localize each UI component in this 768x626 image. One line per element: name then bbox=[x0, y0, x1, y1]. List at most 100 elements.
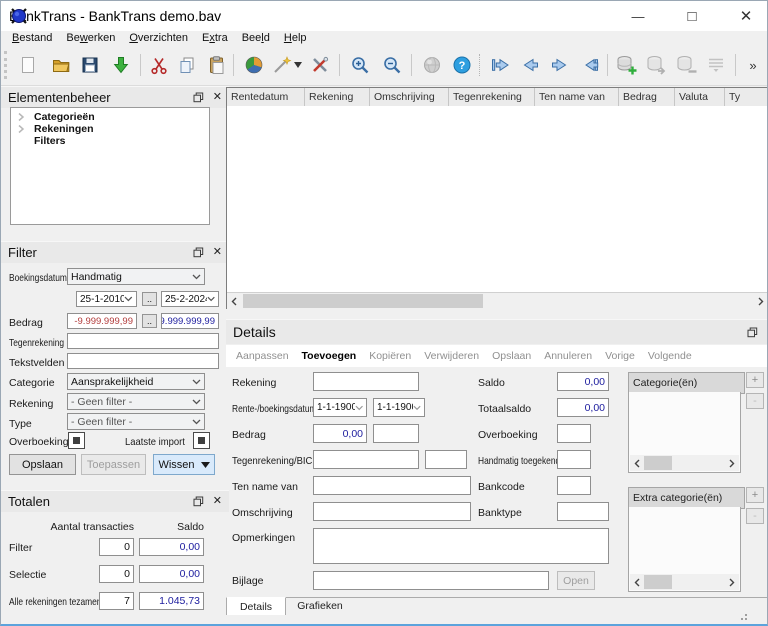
action-opslaan[interactable]: Opslaan bbox=[492, 350, 531, 362]
col-type[interactable]: Ty bbox=[725, 88, 768, 106]
scroll-thumb[interactable] bbox=[243, 294, 483, 308]
float-icon[interactable] bbox=[193, 496, 204, 507]
rekening-input[interactable] bbox=[313, 372, 419, 391]
bedrag-detail-input[interactable]: 0,00 bbox=[313, 424, 367, 443]
copy-icon[interactable] bbox=[174, 52, 200, 78]
tree-item-rekeningen[interactable]: Rekeningen bbox=[17, 123, 94, 135]
nav-next-icon[interactable] bbox=[547, 52, 573, 78]
action-annuleren[interactable]: Annuleren bbox=[544, 350, 592, 362]
toepassen-button[interactable]: Toepassen bbox=[81, 454, 146, 475]
action-volgende[interactable]: Volgende bbox=[648, 350, 692, 362]
categorie-select[interactable]: Aansprakelijkheid bbox=[67, 373, 205, 390]
paste-icon[interactable] bbox=[204, 52, 230, 78]
handmatig-toegekend-input[interactable] bbox=[557, 450, 591, 469]
float-icon[interactable] bbox=[747, 327, 758, 338]
date-from-select[interactable]: 25-1-2010 bbox=[76, 291, 137, 307]
toolbar-overflow-icon[interactable]: » bbox=[743, 52, 763, 78]
bedrag-range-button[interactable]: .. bbox=[142, 314, 157, 328]
boekingsdatum-select[interactable]: Handmatig bbox=[67, 268, 205, 285]
maximize-button[interactable]: □ bbox=[669, 1, 715, 31]
omschrijving-input[interactable] bbox=[313, 502, 471, 521]
tegenrekening-detail-input[interactable] bbox=[313, 450, 419, 469]
rente-from-select[interactable]: 1-1-1900 bbox=[313, 398, 367, 417]
saldo-input[interactable]: 0,00 bbox=[557, 372, 609, 391]
menu-item-beeld[interactable]: Beeld bbox=[235, 32, 277, 44]
zoom-in-icon[interactable] bbox=[347, 52, 373, 78]
open-icon[interactable] bbox=[48, 52, 74, 78]
nav-previous-icon[interactable] bbox=[517, 52, 543, 78]
save-icon[interactable] bbox=[77, 52, 103, 78]
opslaan-filter-button[interactable]: Opslaan bbox=[9, 454, 76, 475]
scroll-thumb[interactable] bbox=[644, 575, 672, 589]
categorize-dropdown-icon[interactable] bbox=[291, 52, 305, 78]
laatste-import-checkbox[interactable] bbox=[193, 432, 210, 449]
wissen-button[interactable]: Wissen bbox=[153, 454, 215, 475]
categorie-hscrollbar[interactable] bbox=[630, 455, 739, 471]
action-kopieren[interactable]: Kopiëren bbox=[369, 350, 411, 362]
table-hscrollbar[interactable] bbox=[227, 292, 768, 309]
tools-icon[interactable] bbox=[307, 52, 333, 78]
action-toevoegen[interactable]: Toevoegen bbox=[302, 350, 357, 362]
banktype-input[interactable] bbox=[557, 502, 609, 521]
extra-categorie-hscrollbar[interactable] bbox=[630, 574, 739, 590]
totaalsaldo-input[interactable]: 0,00 bbox=[557, 398, 609, 417]
col-rentedatum[interactable]: Rentedatum bbox=[227, 88, 305, 106]
tab-details[interactable]: Details bbox=[226, 597, 286, 617]
scroll-right-icon[interactable] bbox=[724, 455, 739, 471]
menu-item-bewerken[interactable]: Bewerken bbox=[59, 32, 122, 44]
scroll-thumb[interactable] bbox=[644, 456, 672, 470]
action-verwijderen[interactable]: Verwijderen bbox=[424, 350, 479, 362]
date-to-select[interactable]: 25-2-2024 bbox=[161, 291, 219, 307]
nav-first-icon[interactable] bbox=[487, 52, 513, 78]
tekstvelden-input[interactable] bbox=[67, 353, 219, 369]
overboeking-checkbox[interactable] bbox=[68, 432, 85, 449]
dock-close-icon[interactable]: ✕ bbox=[213, 496, 222, 507]
extra-categorie-list[interactable] bbox=[628, 507, 741, 592]
opmerkingen-textarea[interactable] bbox=[313, 528, 609, 564]
categorie-list[interactable] bbox=[628, 392, 741, 473]
bic-input[interactable] bbox=[425, 450, 467, 469]
tree-item-categorieen[interactable]: Categorieën bbox=[17, 111, 95, 123]
new-icon[interactable] bbox=[15, 52, 41, 78]
col-omschrijving[interactable]: Omschrijving bbox=[370, 88, 449, 106]
scroll-left-icon[interactable] bbox=[630, 574, 645, 590]
col-bedrag[interactable]: Bedrag bbox=[619, 88, 675, 106]
bedrag-max-input[interactable]: 9.999.999,99 bbox=[161, 313, 219, 329]
action-vorige[interactable]: Vorige bbox=[605, 350, 635, 362]
float-icon[interactable] bbox=[193, 92, 204, 103]
date-range-button[interactable]: .. bbox=[142, 292, 157, 306]
col-valuta[interactable]: Valuta bbox=[675, 88, 725, 106]
rente-to-select[interactable]: 1-1-1900 bbox=[373, 398, 425, 417]
extra-categorie-add-button[interactable]: + bbox=[746, 487, 764, 503]
dock-close-icon[interactable]: ✕ bbox=[213, 92, 222, 103]
bankcode-input[interactable] bbox=[557, 476, 591, 495]
scroll-right-icon[interactable] bbox=[724, 574, 739, 590]
bedrag-extra-input[interactable] bbox=[373, 424, 419, 443]
resize-grip[interactable] bbox=[745, 614, 747, 616]
nav-last-icon[interactable] bbox=[577, 52, 603, 78]
scroll-right-icon[interactable] bbox=[753, 293, 768, 309]
float-icon[interactable] bbox=[193, 247, 204, 258]
menu-item-bestand[interactable]: Bestand bbox=[5, 32, 59, 44]
pie-chart-icon[interactable] bbox=[241, 52, 267, 78]
tree-item-filters[interactable]: Filters bbox=[34, 135, 66, 147]
bedrag-min-input[interactable]: -9.999.999,99 bbox=[67, 313, 137, 329]
open-button[interactable]: Open bbox=[557, 571, 595, 590]
action-aanpassen[interactable]: Aanpassen bbox=[236, 350, 289, 362]
dock-close-icon[interactable]: ✕ bbox=[213, 247, 222, 258]
menu-item-help[interactable]: Help bbox=[277, 32, 314, 44]
tegenrekening-input[interactable] bbox=[67, 333, 219, 349]
rekening-filter-select[interactable]: - Geen filter - bbox=[67, 393, 205, 410]
menu-item-overzichten[interactable]: Overzichten bbox=[122, 32, 195, 44]
ten-name-van-input[interactable] bbox=[313, 476, 471, 495]
menu-item-extra[interactable]: Extra bbox=[195, 32, 235, 44]
overboeking-detail-input[interactable] bbox=[557, 424, 591, 443]
col-rekening[interactable]: Rekening bbox=[305, 88, 370, 106]
table-body[interactable] bbox=[227, 106, 768, 292]
col-ten-name-van[interactable]: Ten name van bbox=[535, 88, 619, 106]
scroll-left-icon[interactable] bbox=[227, 293, 242, 309]
bijlage-input[interactable] bbox=[313, 571, 549, 590]
help-icon[interactable]: ? bbox=[449, 52, 475, 78]
import-icon[interactable] bbox=[108, 52, 134, 78]
tab-grafieken[interactable]: Grafieken bbox=[288, 597, 352, 615]
